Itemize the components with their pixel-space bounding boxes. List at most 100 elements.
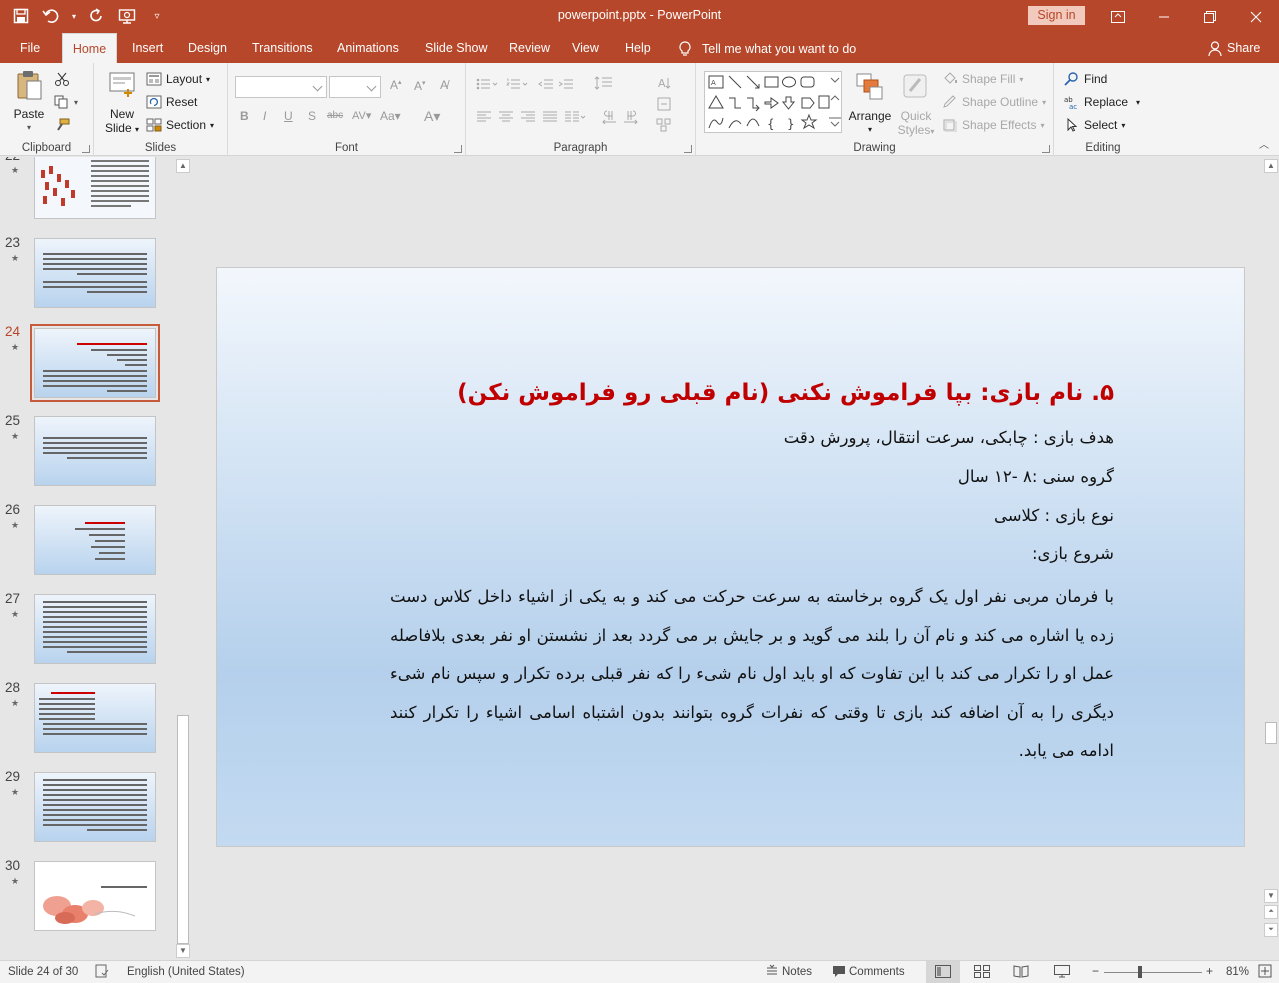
cut-button[interactable] — [54, 69, 70, 89]
scroll-up-icon[interactable]: ▲ — [1264, 159, 1278, 173]
font-name-combo[interactable] — [235, 76, 327, 98]
increase-font-size-icon[interactable]: A▴ — [390, 78, 402, 92]
columns-icon[interactable] — [564, 111, 586, 123]
smartart-icon[interactable] — [656, 117, 678, 133]
shape-fill-button[interactable]: Shape Fill ▾ — [942, 69, 1023, 89]
clear-formatting-icon[interactable]: A̸ — [440, 78, 448, 92]
reading-view-icon[interactable] — [1013, 965, 1029, 981]
slide-thumbnail-26[interactable] — [34, 505, 156, 575]
zoom-level[interactable]: 81% — [1226, 966, 1249, 978]
restore-icon[interactable] — [1187, 0, 1233, 33]
shape-effects-button[interactable]: Shape Effects ▾ — [942, 115, 1045, 135]
slide-thumbnail-27[interactable] — [34, 594, 156, 664]
format-painter-button[interactable] — [54, 115, 70, 135]
bold-icon[interactable]: B — [240, 109, 249, 123]
layout-button[interactable]: Layout ▾ — [146, 69, 210, 89]
scroll-thumb[interactable] — [1265, 722, 1277, 744]
text-shadow-icon[interactable]: S — [308, 109, 316, 123]
decrease-font-size-icon[interactable]: A▾ — [414, 79, 426, 93]
bullets-icon[interactable] — [476, 78, 500, 90]
numbering-icon[interactable] — [506, 78, 530, 90]
language-indicator[interactable]: English (United States) — [127, 966, 245, 978]
align-center-icon[interactable] — [498, 111, 514, 123]
new-slide-button[interactable]: New Slide ▾ — [102, 69, 142, 137]
change-case-icon[interactable]: Aa▾ — [380, 109, 401, 123]
slide-thumbnail-22[interactable] — [34, 157, 156, 219]
previous-slide-icon[interactable]: ⏶ — [1264, 905, 1278, 919]
character-spacing-icon[interactable]: AV▾ — [352, 109, 371, 122]
arrange-button[interactable]: Arrange ▾ — [846, 71, 894, 137]
tab-review[interactable]: Review — [509, 33, 550, 63]
slide-canvas[interactable]: ۵. نام بازی: بپا فراموش نکنی (نام قبلی ر… — [216, 267, 1245, 847]
next-slide-icon[interactable]: ⏷ — [1264, 923, 1278, 937]
slide-show-icon[interactable] — [1054, 965, 1070, 981]
thumbnails-scrollbar[interactable]: ▲ ▼ — [176, 157, 190, 960]
slide-thumbnail-23[interactable] — [34, 238, 156, 308]
underline-icon[interactable]: U — [284, 109, 293, 123]
spelling-check-icon[interactable] — [95, 964, 109, 981]
align-right-icon[interactable] — [520, 111, 536, 123]
quick-styles-button[interactable]: Quick Styles▾ — [896, 71, 936, 139]
scroll-down-icon[interactable]: ▼ — [176, 944, 190, 958]
scroll-down-icon[interactable]: ▼ — [1264, 889, 1278, 903]
find-button[interactable]: Find — [1064, 69, 1107, 89]
slide-thumbnail-29[interactable] — [34, 772, 156, 842]
reset-button[interactable]: Reset — [146, 92, 197, 112]
tab-slide-show[interactable]: Slide Show — [425, 33, 488, 63]
slide-title[interactable]: ۵. نام بازی: بپا فراموش نکنی (نام قبلی ر… — [457, 380, 1114, 406]
normal-view-button[interactable] — [926, 961, 960, 983]
tell-me-box[interactable]: Tell me what you want to do — [678, 41, 856, 57]
game-start-line[interactable]: شروع بازی: — [1032, 544, 1114, 563]
replace-button[interactable]: ab ac Replace ▾ — [1064, 92, 1140, 112]
shape-outline-button[interactable]: Shape Outline ▾ — [942, 92, 1046, 112]
zoom-slider-thumb[interactable] — [1138, 966, 1142, 978]
game-description[interactable]: با فرمان مربی نفر اول یک گروه برخاسته به… — [390, 578, 1114, 771]
align-text-icon[interactable] — [656, 96, 678, 112]
slide-thumbnail-24[interactable] — [30, 324, 160, 402]
line-spacing-icon[interactable] — [594, 76, 620, 90]
zoom-slider[interactable] — [1104, 972, 1202, 973]
tab-view[interactable]: View — [572, 33, 599, 63]
strikethrough-icon[interactable]: abc — [327, 110, 343, 121]
scroll-up-icon[interactable]: ▲ — [176, 159, 190, 173]
justify-icon[interactable] — [542, 111, 558, 123]
tab-file[interactable]: File — [20, 33, 40, 63]
italic-icon[interactable]: I — [263, 109, 266, 123]
font-size-combo[interactable] — [329, 76, 381, 98]
rtl-icon[interactable] — [601, 110, 617, 124]
zoom-in-icon[interactable]: + — [1206, 964, 1213, 978]
tab-design[interactable]: Design — [188, 33, 227, 63]
slide-sorter-icon[interactable] — [974, 965, 990, 981]
slide-thumbnail-30[interactable] — [34, 861, 156, 931]
copy-button[interactable]: ▾ — [54, 92, 78, 112]
shapes-gallery[interactable]: A { } — [704, 71, 842, 133]
align-left-icon[interactable] — [476, 111, 492, 123]
tab-animations[interactable]: Animations — [337, 33, 399, 63]
text-direction-icon[interactable]: A — [656, 75, 678, 91]
paragraph-launcher-icon[interactable] — [684, 145, 692, 153]
game-goal-line[interactable]: هدف بازی : چابکی، سرعت انتقال، پرورش دقت — [784, 428, 1114, 447]
scroll-thumb[interactable] — [177, 715, 189, 944]
game-type-line[interactable]: نوع بازی : کلاسی — [994, 506, 1114, 525]
drawing-launcher-icon[interactable] — [1042, 145, 1050, 153]
sign-in-button[interactable]: Sign in — [1028, 6, 1085, 25]
tab-transitions[interactable]: Transitions — [252, 33, 313, 63]
font-color-icon[interactable]: A▾ — [424, 108, 440, 125]
share-button[interactable]: Share — [1208, 41, 1260, 56]
ribbon-display-options-icon[interactable] — [1095, 0, 1141, 33]
slide-thumbnail-28[interactable] — [34, 683, 156, 753]
zoom-out-icon[interactable]: − — [1092, 964, 1099, 978]
font-launcher-icon[interactable] — [454, 145, 462, 153]
tab-home[interactable]: Home — [62, 33, 117, 63]
comments-button[interactable]: Comments — [849, 966, 905, 978]
close-icon[interactable] — [1233, 0, 1279, 33]
slide-thumbnail-25[interactable] — [34, 416, 156, 486]
tab-insert[interactable]: Insert — [132, 33, 163, 63]
fit-to-window-icon[interactable] — [1258, 964, 1272, 981]
select-button[interactable]: Select ▾ — [1064, 115, 1125, 135]
decrease-indent-icon[interactable] — [538, 78, 554, 90]
age-group-line[interactable]: گروه سنی :۸ -۱۲ سال — [958, 467, 1114, 486]
clipboard-launcher-icon[interactable] — [82, 145, 90, 153]
paste-button[interactable]: Paste ▾ — [8, 69, 50, 135]
notes-button[interactable]: Notes — [782, 966, 812, 978]
